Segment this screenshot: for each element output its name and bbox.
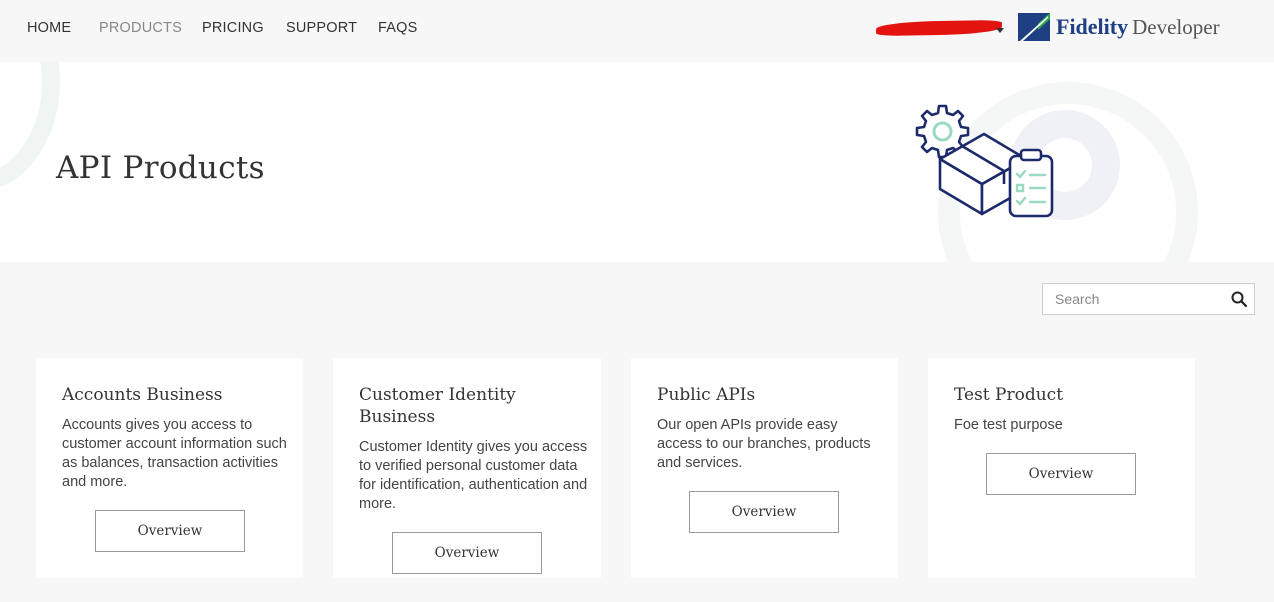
product-card: Test Product Foe test purpose Overview: [928, 358, 1195, 578]
top-nav: HOME PRODUCTS PRICING SUPPORT FAQS Fidel…: [0, 0, 1274, 62]
overview-button[interactable]: Overview: [986, 453, 1136, 495]
nav-support[interactable]: SUPPORT: [286, 20, 357, 36]
search-input[interactable]: [1043, 284, 1223, 314]
product-card: Customer Identity Business Customer Iden…: [333, 358, 601, 578]
brand-name-main: Fidelity: [1056, 14, 1129, 39]
decorative-ring: [0, 62, 60, 192]
brand-logo[interactable]: Fidelity Developer: [1018, 13, 1238, 45]
brand-name-suffix: Developer: [1132, 15, 1220, 39]
product-card: Accounts Business Accounts gives you acc…: [36, 358, 303, 578]
redaction-mark: [875, 19, 1003, 37]
nav-faqs[interactable]: FAQS: [378, 20, 417, 36]
nav-products[interactable]: PRODUCTS: [99, 20, 182, 36]
hero-banner: API Products: [0, 62, 1274, 262]
product-description: Customer Identity gives you access to ve…: [359, 439, 588, 512]
product-description: Accounts gives you access to customer ac…: [62, 417, 287, 490]
user-menu[interactable]: [875, 18, 1006, 40]
product-title: Accounts Business: [62, 385, 223, 405]
page-title: API Products: [56, 150, 265, 186]
product-description: Our open APIs provide easy access to our…: [657, 417, 871, 471]
search-box: [1042, 283, 1255, 315]
product-title: Customer Identity Business: [359, 385, 516, 427]
fidelity-logo-icon: [1018, 13, 1050, 41]
gear-box-clipboard-icon: [915, 104, 1054, 218]
nav-pricing[interactable]: PRICING: [202, 20, 264, 36]
brand-name: Fidelity Developer: [1056, 14, 1220, 40]
product-description: Foe test purpose: [954, 417, 1063, 433]
product-title: Test Product: [954, 385, 1064, 405]
product-title: Public APIs: [657, 385, 756, 405]
chevron-down-icon: [996, 28, 1004, 33]
nav-home[interactable]: HOME: [27, 20, 71, 36]
overview-button[interactable]: Overview: [392, 532, 542, 574]
overview-button[interactable]: Overview: [95, 510, 245, 552]
overview-button[interactable]: Overview: [689, 491, 839, 533]
search-icon[interactable]: [1231, 291, 1247, 307]
product-card: Public APIs Our open APIs provide easy a…: [631, 358, 898, 578]
